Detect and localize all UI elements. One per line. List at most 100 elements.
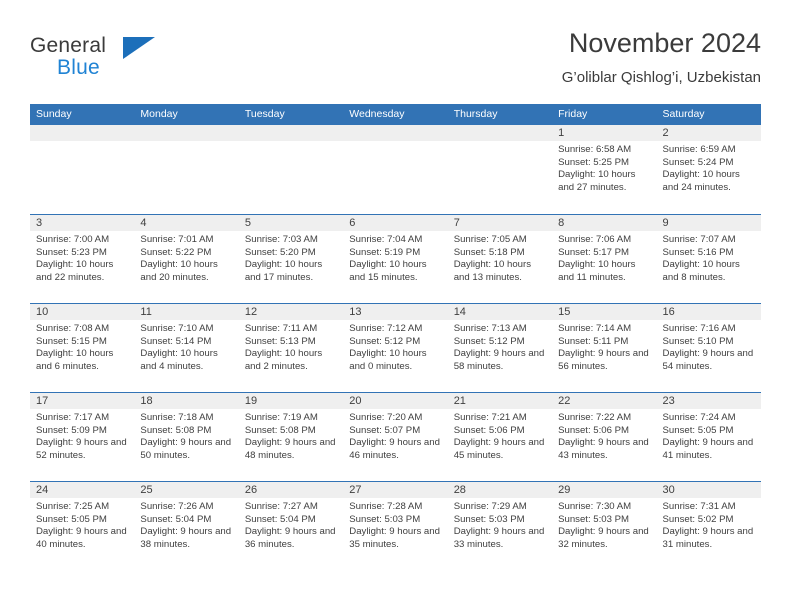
day-number: 1 (552, 125, 657, 141)
sunrise-text: Sunrise: 7:21 AM (453, 412, 527, 423)
day-number: 29 (552, 482, 657, 498)
day-cell[interactable]: 21 Sunrise: 7:21 AM Sunset: 5:06 PM Dayl… (447, 393, 553, 481)
day-cell[interactable]: 3 Sunrise: 7:00 AM Sunset: 5:23 PM Dayli… (30, 215, 135, 303)
day-number: 5 (238, 215, 344, 231)
day-info: Sunrise: 7:18 AM Sunset: 5:08 PM Dayligh… (134, 409, 238, 462)
day-number: 10 (30, 304, 135, 320)
day-cell[interactable]: 8 Sunrise: 7:06 AM Sunset: 5:17 PM Dayli… (552, 215, 657, 303)
day-cell[interactable]: 24 Sunrise: 7:25 AM Sunset: 5:05 PM Dayl… (30, 482, 135, 570)
daylight-text: Daylight: 9 hours and 43 minutes. (558, 437, 649, 461)
day-cell[interactable]: 10 Sunrise: 7:08 AM Sunset: 5:15 PM Dayl… (30, 304, 135, 392)
day-cell[interactable]: 15 Sunrise: 7:14 AM Sunset: 5:11 PM Dayl… (552, 304, 657, 392)
sunset-text: Sunset: 5:06 PM (453, 424, 525, 436)
sunrise-text: Sunrise: 7:00 AM (36, 234, 110, 245)
daylight-text: Daylight: 10 hours and 4 minutes. (140, 348, 218, 372)
day-info: Sunrise: 7:16 AM Sunset: 5:10 PM Dayligh… (657, 320, 761, 373)
day-cell[interactable] (30, 125, 135, 214)
weekday-header-thursday: Thursday (453, 108, 498, 120)
day-info: Sunrise: 7:06 AM Sunset: 5:17 PM Dayligh… (552, 231, 656, 284)
day-number: 8 (552, 215, 657, 231)
daylight-text: Daylight: 10 hours and 24 minutes. (662, 169, 740, 193)
week-row: 1 Sunrise: 6:58 AM Sunset: 5:25 PM Dayli… (30, 125, 761, 214)
sunset-text: Sunset: 5:03 PM (453, 513, 525, 525)
day-cell[interactable]: 14 Sunrise: 7:13 AM Sunset: 5:12 PM Dayl… (447, 304, 553, 392)
day-info: Sunrise: 7:07 AM Sunset: 5:16 PM Dayligh… (657, 231, 761, 284)
page-subtitle: G’oliblar Qishlog’i, Uzbekistan (561, 69, 761, 86)
daylight-text: Daylight: 9 hours and 48 minutes. (244, 437, 336, 461)
day-cell[interactable]: 26 Sunrise: 7:27 AM Sunset: 5:04 PM Dayl… (238, 482, 344, 570)
weekday-header-tuesday: Tuesday (244, 108, 285, 120)
sunset-text: Sunset: 5:13 PM (244, 335, 316, 347)
day-cell[interactable]: 5 Sunrise: 7:03 AM Sunset: 5:20 PM Dayli… (238, 215, 344, 303)
daylight-text: Daylight: 9 hours and 35 minutes. (349, 526, 440, 550)
day-number: 21 (447, 393, 553, 409)
day-info: Sunrise: 7:11 AM Sunset: 5:13 PM Dayligh… (239, 320, 343, 373)
daylight-text: Daylight: 10 hours and 17 minutes. (244, 259, 323, 283)
day-number: 3 (30, 215, 135, 231)
day-cell[interactable]: 7 Sunrise: 7:05 AM Sunset: 5:18 PM Dayli… (447, 215, 553, 303)
day-cell[interactable]: 22 Sunrise: 7:22 AM Sunset: 5:06 PM Dayl… (552, 393, 657, 481)
daylight-text: Daylight: 9 hours and 52 minutes. (36, 437, 127, 461)
day-cell[interactable]: 9 Sunrise: 7:07 AM Sunset: 5:16 PM Dayli… (656, 215, 761, 303)
day-number: 16 (656, 304, 761, 320)
sunrise-text: Sunrise: 6:58 AM (558, 144, 632, 155)
day-info: Sunrise: 6:59 AM Sunset: 5:24 PM Dayligh… (657, 141, 761, 194)
day-info: Sunrise: 7:21 AM Sunset: 5:06 PM Dayligh… (448, 409, 552, 462)
sunset-text: Sunset: 5:02 PM (662, 513, 734, 525)
day-info: Sunrise: 7:28 AM Sunset: 5:03 PM Dayligh… (343, 498, 447, 551)
day-cell[interactable] (447, 125, 553, 214)
sunrise-text: Sunrise: 7:29 AM (453, 501, 527, 512)
day-info: Sunrise: 7:13 AM Sunset: 5:12 PM Dayligh… (448, 320, 552, 373)
day-cell[interactable]: 6 Sunrise: 7:04 AM Sunset: 5:19 PM Dayli… (343, 215, 448, 303)
day-info (343, 141, 447, 144)
day-cell[interactable]: 18 Sunrise: 7:18 AM Sunset: 5:08 PM Dayl… (134, 393, 239, 481)
sunset-text: Sunset: 5:03 PM (349, 513, 421, 525)
generalblue-logo[interactable]: General Blue (30, 34, 210, 90)
sunset-text: Sunset: 5:09 PM (36, 424, 107, 436)
sunrise-text: Sunrise: 7:07 AM (662, 234, 736, 245)
day-number (134, 125, 239, 141)
day-info: Sunrise: 7:24 AM Sunset: 5:05 PM Dayligh… (657, 409, 761, 462)
daylight-text: Daylight: 10 hours and 15 minutes. (349, 259, 427, 283)
sunset-text: Sunset: 5:18 PM (453, 246, 525, 258)
sunrise-text: Sunrise: 7:14 AM (558, 323, 632, 334)
day-cell[interactable]: 27 Sunrise: 7:28 AM Sunset: 5:03 PM Dayl… (343, 482, 448, 570)
weekday-header-sunday: Sunday (36, 108, 72, 120)
day-cell[interactable]: 4 Sunrise: 7:01 AM Sunset: 5:22 PM Dayli… (134, 215, 239, 303)
day-cell[interactable]: 28 Sunrise: 7:29 AM Sunset: 5:03 PM Dayl… (447, 482, 553, 570)
day-info: Sunrise: 7:12 AM Sunset: 5:12 PM Dayligh… (343, 320, 447, 373)
sunset-text: Sunset: 5:17 PM (558, 246, 630, 258)
daylight-text: Daylight: 10 hours and 11 minutes. (558, 259, 636, 283)
weekday-header-wednesday: Wednesday (349, 108, 405, 120)
day-cell[interactable]: 25 Sunrise: 7:26 AM Sunset: 5:04 PM Dayl… (134, 482, 239, 570)
day-cell[interactable]: 30 Sunrise: 7:31 AM Sunset: 5:02 PM Dayl… (656, 482, 761, 570)
day-cell[interactable]: 12 Sunrise: 7:11 AM Sunset: 5:13 PM Dayl… (238, 304, 344, 392)
day-cell[interactable]: 1 Sunrise: 6:58 AM Sunset: 5:25 PM Dayli… (552, 125, 657, 214)
day-info: Sunrise: 7:17 AM Sunset: 5:09 PM Dayligh… (30, 409, 134, 462)
day-info (448, 141, 552, 144)
sunset-text: Sunset: 5:12 PM (349, 335, 421, 347)
sunrise-text: Sunrise: 7:03 AM (244, 234, 318, 245)
day-cell[interactable]: 23 Sunrise: 7:24 AM Sunset: 5:05 PM Dayl… (656, 393, 761, 481)
day-number: 26 (238, 482, 344, 498)
day-cell[interactable]: 19 Sunrise: 7:19 AM Sunset: 5:08 PM Dayl… (238, 393, 344, 481)
day-cell[interactable]: 11 Sunrise: 7:10 AM Sunset: 5:14 PM Dayl… (134, 304, 239, 392)
sunset-text: Sunset: 5:23 PM (36, 246, 107, 258)
day-cell[interactable] (238, 125, 344, 214)
day-cell[interactable]: 17 Sunrise: 7:17 AM Sunset: 5:09 PM Dayl… (30, 393, 135, 481)
sunrise-text: Sunrise: 7:05 AM (453, 234, 527, 245)
day-cell[interactable]: 13 Sunrise: 7:12 AM Sunset: 5:12 PM Dayl… (343, 304, 448, 392)
sunrise-text: Sunrise: 7:31 AM (662, 501, 736, 512)
day-cell[interactable] (134, 125, 239, 214)
week-row: 24 Sunrise: 7:25 AM Sunset: 5:05 PM Dayl… (30, 481, 761, 570)
day-info: Sunrise: 7:05 AM Sunset: 5:18 PM Dayligh… (448, 231, 552, 284)
daylight-text: Daylight: 9 hours and 32 minutes. (558, 526, 649, 550)
daylight-text: Daylight: 9 hours and 46 minutes. (349, 437, 440, 461)
day-number (343, 125, 448, 141)
day-cell[interactable]: 20 Sunrise: 7:20 AM Sunset: 5:07 PM Dayl… (343, 393, 448, 481)
day-cell[interactable]: 2 Sunrise: 6:59 AM Sunset: 5:24 PM Dayli… (656, 125, 761, 214)
day-cell[interactable]: 29 Sunrise: 7:30 AM Sunset: 5:03 PM Dayl… (552, 482, 657, 570)
day-cell[interactable]: 16 Sunrise: 7:16 AM Sunset: 5:10 PM Dayl… (656, 304, 761, 392)
day-info: Sunrise: 7:10 AM Sunset: 5:14 PM Dayligh… (134, 320, 238, 373)
day-cell[interactable] (343, 125, 448, 214)
